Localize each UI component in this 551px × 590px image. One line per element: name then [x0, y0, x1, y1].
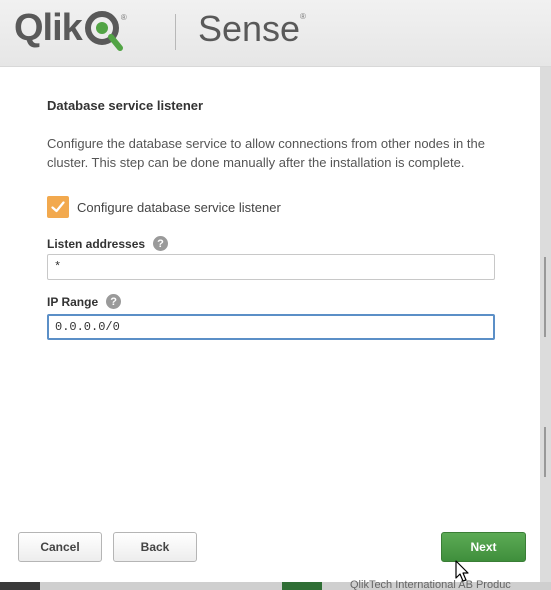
logo-text: Qlik	[14, 7, 83, 49]
listen-addresses-label: Listen addresses ?	[47, 236, 169, 251]
product-name: Sense	[198, 8, 301, 49]
product-registered-mark: ®	[300, 12, 306, 21]
registered-mark: ®	[120, 13, 127, 22]
footer-partial-text: QlikTech International AB Produc	[350, 580, 511, 590]
mouse-cursor-icon	[455, 560, 469, 582]
help-circle-icon[interactable]: ?	[106, 294, 122, 309]
ip-range-label: IP Range ?	[47, 294, 122, 309]
configure-listener-checkbox[interactable]	[47, 196, 69, 218]
configure-listener-label: Configure database service listener	[77, 199, 281, 215]
configure-listener-row[interactable]: Configure database service listener	[47, 196, 281, 218]
qlik-q-icon	[84, 11, 123, 51]
cancel-button[interactable]: Cancel	[18, 532, 102, 562]
app-header: Qlik ® Sense ®	[0, 0, 551, 67]
background-window-edge	[540, 67, 551, 590]
ip-range-input[interactable]	[47, 314, 495, 340]
listen-addresses-input[interactable]	[47, 254, 495, 280]
help-circle-icon[interactable]: ?	[153, 236, 169, 251]
qlik-logo: Qlik ®	[14, 6, 127, 51]
next-button[interactable]: Next	[441, 532, 526, 562]
section-description: Configure the database service to allow …	[47, 136, 485, 170]
header-divider	[175, 14, 176, 50]
section-title: Database service listener	[47, 98, 204, 113]
back-button[interactable]: Back	[113, 532, 197, 562]
checkmark-icon	[51, 201, 65, 213]
